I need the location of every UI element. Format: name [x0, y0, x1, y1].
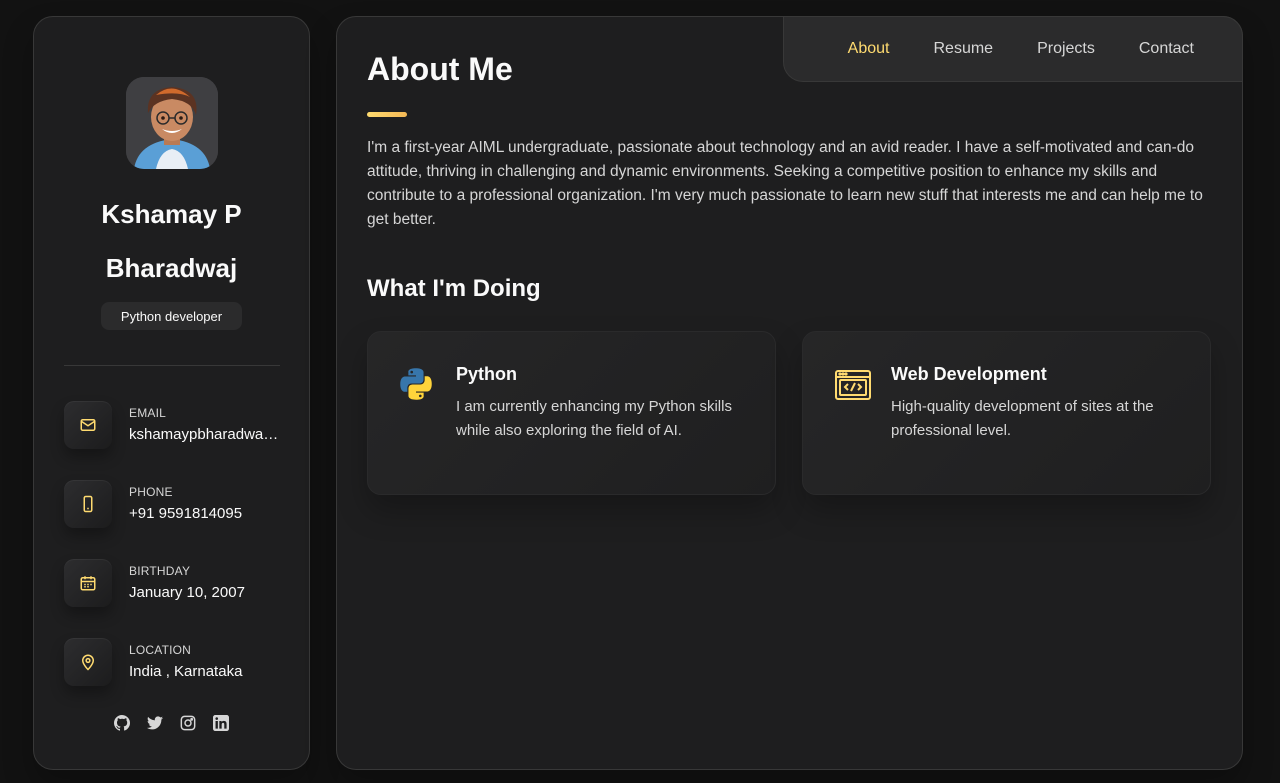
contact-label: Location — [129, 643, 192, 657]
web-dev-icon — [833, 366, 873, 406]
birthday-value: January 10, 2007 — [129, 584, 245, 601]
service-title: Python — [456, 364, 517, 384]
service-text: I am currently enhancing my Python skill… — [456, 398, 732, 439]
about-text: I'm a first-year AIML undergraduate, pas… — [367, 139, 1203, 228]
sidebar: Kshamay P Bharadwaj Python developer Ema… — [33, 16, 310, 770]
social-links — [34, 715, 309, 731]
doing-heading: What I'm Doing — [367, 275, 541, 302]
service-title: Web Development — [891, 364, 1047, 384]
navbar: About Resume Projects Contact — [783, 16, 1243, 82]
separator — [64, 365, 280, 366]
contact-phone: Phone +91 9591814095 — [64, 480, 284, 528]
instagram-icon[interactable] — [180, 715, 196, 731]
profile-name: Kshamay P Bharadwaj — [101, 199, 242, 283]
phone-link[interactable]: +91 9591814095 — [129, 505, 279, 522]
location-icon — [64, 638, 112, 686]
contact-location: Location India , Karnataka — [64, 638, 284, 686]
service-python: Python I am currently enhancing my Pytho… — [367, 331, 776, 495]
linkedin-icon[interactable] — [213, 715, 229, 731]
service-web-development: Web Development High-quality development… — [802, 331, 1211, 495]
contact-birthday: Birthday January 10, 2007 — [64, 559, 284, 607]
nav-resume[interactable]: Resume — [933, 40, 993, 58]
phone-icon — [64, 480, 112, 528]
mail-icon — [64, 401, 112, 449]
nav-projects[interactable]: Projects — [1037, 40, 1095, 58]
contact-label: Phone — [129, 485, 173, 499]
profile-title-badge: Python developer — [101, 302, 242, 330]
nav-contact[interactable]: Contact — [1139, 40, 1194, 58]
nav-about[interactable]: About — [848, 40, 890, 58]
heading-underline — [367, 112, 407, 117]
python-logo-icon — [398, 366, 438, 406]
about-heading: About Me — [367, 51, 513, 87]
contact-label: Birthday — [129, 564, 191, 578]
calendar-icon — [64, 559, 112, 607]
email-link[interactable]: kshamaypbharadwaj@gmail.com — [129, 426, 279, 443]
service-text: High-quality development of sites at the… — [891, 398, 1154, 439]
avatar — [126, 77, 218, 169]
github-icon[interactable] — [114, 715, 130, 731]
contact-email: Email kshamaypbharadwaj@gmail.com — [64, 401, 284, 449]
contact-label: Email — [129, 406, 167, 420]
location-value: India , Karnataka — [129, 663, 243, 680]
main-panel: About Resume Projects Contact About Me I… — [336, 16, 1243, 770]
twitter-icon[interactable] — [147, 715, 163, 731]
